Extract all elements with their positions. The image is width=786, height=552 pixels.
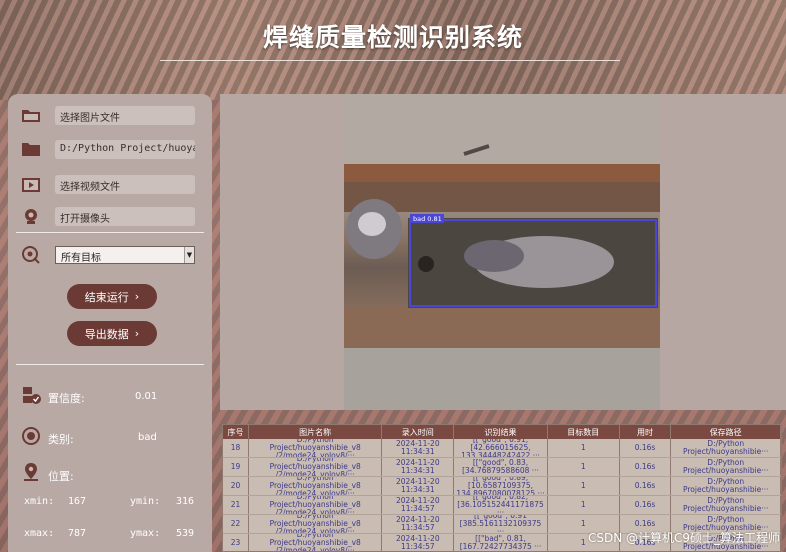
table-header: 序号 图片名称 录入时间 识别结果 目标数目 用时 保存路径 — [223, 425, 781, 439]
cell-image-name: D:/Python Project/huoyanshibie_v8 /2/mod… — [249, 439, 383, 457]
ymax-label: ymax: — [130, 528, 161, 539]
target-icon — [20, 244, 42, 266]
header-result: 识别结果 — [454, 425, 548, 439]
header-elapsed: 用时 — [620, 425, 672, 439]
cell-entry-time: 2024-11-20 11:34:31 — [382, 477, 455, 495]
target-select[interactable]: 所有目标 ▼ — [55, 246, 195, 264]
cell-result: [["good", 0.82, [36.105152441171875 ··· — [454, 496, 548, 514]
cell-result: [["good", 0.89, [10.6587109375, 134.8967… — [454, 477, 548, 495]
cell-elapsed: 0.16s — [620, 477, 672, 495]
cell-image-name: D:/Python Project/huoyanshibie_v8 /2/mod… — [249, 515, 383, 533]
cell-target-count: 1 — [548, 496, 620, 514]
cell-result: [["good", 0.91, [42.666015625, 133.34448… — [454, 439, 548, 457]
weld-photo: bad 0.81 — [344, 94, 660, 410]
confidence-value: 0.01 — [135, 391, 158, 402]
position-label: 位置: — [48, 470, 74, 483]
header-target-count: 目标数目 — [548, 425, 620, 439]
folder-image-icon[interactable] — [20, 104, 42, 126]
ymin-label: ymin: — [130, 496, 161, 507]
video-file-row[interactable] — [20, 174, 42, 196]
confidence-label: 置信度: — [48, 392, 85, 405]
cell-image-name: D:/Python Project/huoyanshibie_v8 /2/mod… — [249, 496, 383, 514]
cell-save-path: D:/Python Project/huoyanshibie··· — [671, 496, 781, 514]
target-select-value: 所有目标 — [61, 253, 101, 264]
watermark: CSDN @计算机C9硕士_算法工程师 — [587, 531, 780, 545]
cell-index: 22 — [223, 515, 249, 533]
camera-button[interactable]: 打开摄像头 — [55, 207, 195, 226]
stop-run-label: 结束运行 — [84, 290, 129, 304]
cell-image-name: D:/Python Project/huoyanshibie_v8 /2/mod… — [249, 534, 383, 551]
cell-elapsed: 0.16s — [620, 458, 672, 476]
chevron-right-icon: › — [134, 290, 140, 303]
title-underline — [160, 60, 620, 61]
cell-elapsed: 0.16s — [620, 439, 672, 457]
cell-result: [["good", 0.83, [34.76879588608 ··· — [454, 458, 548, 476]
chevron-right-icon: › — [134, 327, 140, 340]
video-icon[interactable] — [20, 174, 42, 196]
ymax-value: 539 — [176, 528, 195, 539]
cell-entry-time: 2024-11-20 11:34:57 — [382, 496, 455, 514]
ymin-value: 316 — [176, 496, 195, 507]
table-row[interactable]: 20 D:/Python Project/huoyanshibie_v8 /2/m… — [223, 477, 781, 496]
chevron-down-icon[interactable]: ▼ — [184, 247, 194, 263]
cell-result: [["good", 0.91 [385.5161132109375 ··· — [454, 515, 548, 533]
cell-target-count: 1 — [548, 477, 620, 495]
xmax-label: xmax: — [24, 528, 55, 539]
table-row[interactable]: 19 D:/Python Project/huoyanshibie_v8 /2/m… — [223, 458, 781, 477]
cell-entry-time: 2024-11-20 11:34:31 — [382, 458, 455, 476]
header-save-path: 保存路径 — [671, 425, 781, 439]
camera-row[interactable] — [20, 205, 42, 227]
cell-elapsed: 0.16s — [620, 496, 672, 514]
cell-image-name: D:/Python Project/huoyanshibie_v8 /2/mod… — [249, 477, 383, 495]
header-entry-time: 录入时间 — [382, 425, 455, 439]
class-icon — [22, 427, 40, 449]
video-file-button[interactable]: 选择视频文件 — [55, 175, 195, 194]
cell-save-path: D:/Python Project/huoyanshibie··· — [671, 477, 781, 495]
target-row — [20, 244, 42, 266]
cell-save-path: D:/Python Project/huoyanshibie··· — [671, 439, 781, 457]
xmax-value: 787 — [68, 528, 87, 539]
folder-icon[interactable] — [20, 138, 42, 160]
cell-index: 19 — [223, 458, 249, 476]
divider — [16, 232, 204, 233]
export-data-button[interactable]: 导出数据 › — [67, 321, 157, 346]
folder-path-field[interactable]: D:/Python Project/huoyanshi — [55, 140, 195, 159]
cell-save-path: D:/Python Project/huoyanshibie··· — [671, 458, 781, 476]
cell-index: 20 — [223, 477, 249, 495]
class-value: bad — [138, 432, 157, 443]
camera-icon[interactable] — [20, 205, 42, 227]
class-label: 类别: — [48, 433, 74, 446]
xmin-value: 167 — [68, 496, 87, 507]
cell-image-name: D:/Python Project/huoyanshibie_v8 /2/mod… — [249, 458, 383, 476]
divider — [16, 364, 204, 365]
header-image-name: 图片名称 — [249, 425, 383, 439]
cell-entry-time: 2024-11-20 11:34:57 — [382, 515, 455, 533]
image-file-row[interactable] — [20, 104, 42, 126]
app-title: 焊缝质量检测识别系统 — [262, 23, 523, 52]
confidence-icon — [22, 386, 42, 408]
folder-row[interactable] — [20, 138, 42, 160]
xmin-label: xmin: — [24, 496, 55, 507]
cell-entry-time: 2024-11-20 11:34:57 — [382, 534, 455, 551]
control-panel: 选择图片文件 D:/Python Project/huoyanshi 选择视频文… — [8, 94, 212, 552]
table-row[interactable]: 21 D:/Python Project/huoyanshibie_v8 /2/m… — [223, 496, 781, 515]
table-row[interactable]: 18 D:/Python Project/huoyanshibie_v8 /2/m… — [223, 439, 781, 458]
cell-index: 18 — [223, 439, 249, 457]
detection-box-label: bad 0.81 — [413, 215, 442, 223]
export-data-label: 导出数据 — [84, 327, 129, 341]
header-index: 序号 — [223, 425, 249, 439]
cell-target-count: 1 — [548, 458, 620, 476]
image-viewer: bad 0.81 — [220, 94, 786, 410]
cell-target-count: 1 — [548, 439, 620, 457]
cell-result: [["bad", 0.81, [167.72427734375 ··· — [454, 534, 548, 551]
cell-entry-time: 2024-11-20 11:34:31 — [382, 439, 455, 457]
cell-index: 23 — [223, 534, 249, 551]
image-file-button[interactable]: 选择图片文件 — [55, 106, 195, 125]
location-pin-icon — [22, 462, 40, 486]
stop-run-button[interactable]: 结束运行 › — [67, 284, 157, 309]
cell-index: 21 — [223, 496, 249, 514]
